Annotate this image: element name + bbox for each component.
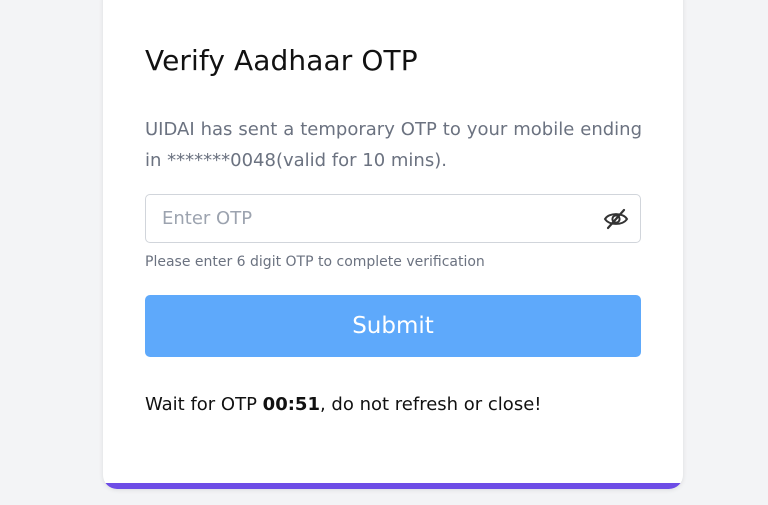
otp-field-wrapper bbox=[145, 194, 641, 243]
submit-button[interactable]: Submit bbox=[145, 295, 641, 357]
otp-input[interactable] bbox=[146, 195, 640, 242]
eye-slash-icon[interactable] bbox=[602, 207, 630, 231]
wait-message-suffix: , do not refresh or close! bbox=[319, 394, 542, 415]
card-accent-bar bbox=[103, 483, 683, 489]
page-title: Verify Aadhaar OTP bbox=[145, 44, 418, 77]
wait-message-prefix: Wait for OTP bbox=[145, 394, 263, 415]
otp-wait-message: Wait for OTP 00:51, do not refresh or cl… bbox=[145, 394, 542, 415]
otp-hint: Please enter 6 digit OTP to complete ver… bbox=[145, 254, 485, 270]
page: Verify Aadhaar OTP UIDAI has sent a temp… bbox=[0, 0, 768, 505]
otp-countdown-timer: 00:51 bbox=[262, 394, 320, 415]
otp-description: UIDAI has sent a temporary OTP to your m… bbox=[145, 119, 642, 171]
otp-card: Verify Aadhaar OTP UIDAI has sent a temp… bbox=[103, 0, 683, 489]
